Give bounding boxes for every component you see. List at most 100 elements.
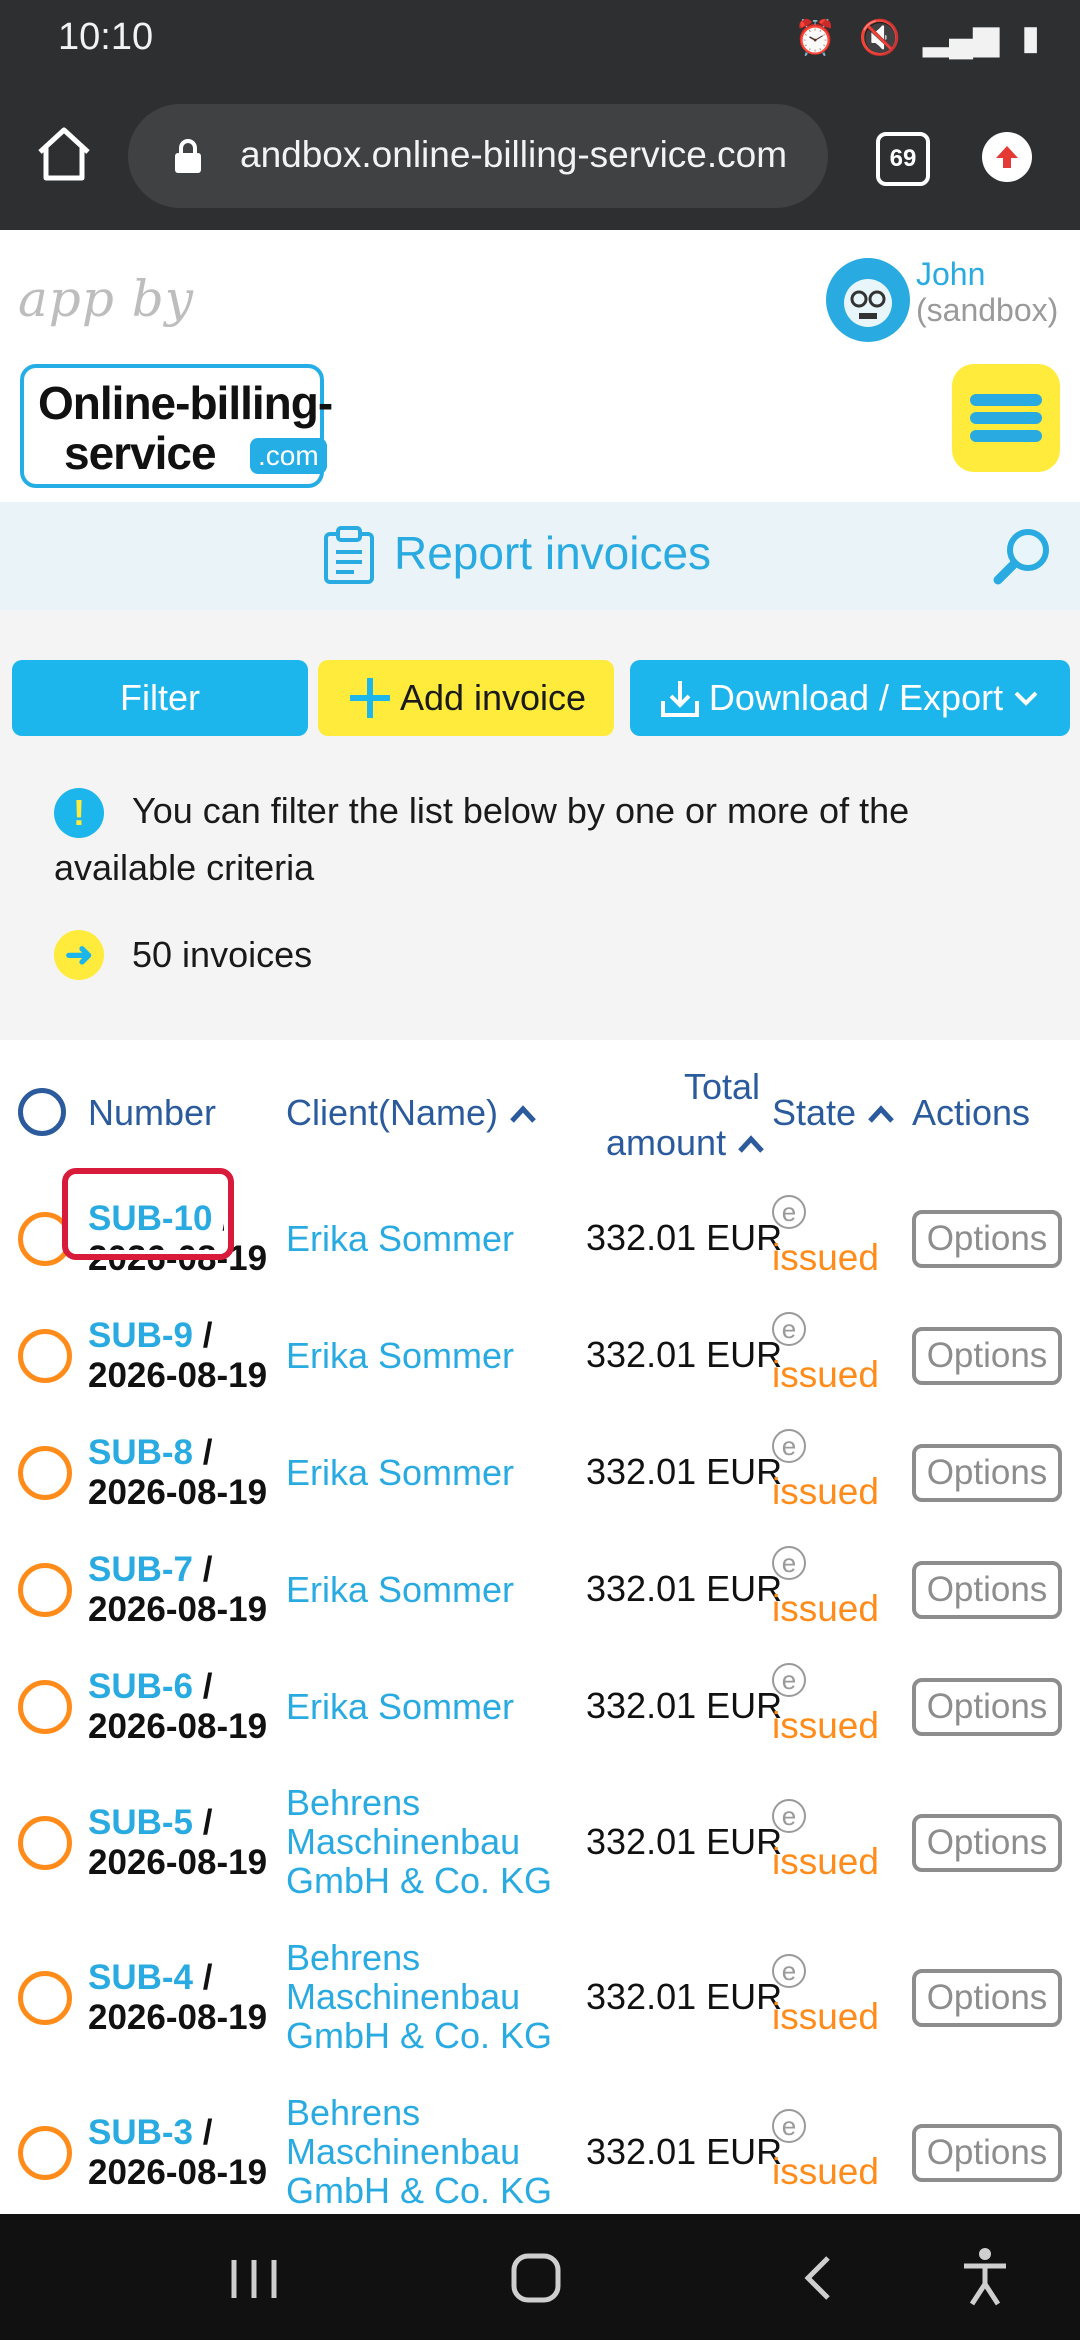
row-checkbox[interactable] (18, 1562, 72, 1617)
invoice-number[interactable]: SUB-6 / 2026-08-19 (88, 1667, 267, 1747)
invoice-number[interactable]: SUB-4 / 2026-08-19 (88, 1958, 267, 2038)
chevron-up-icon (868, 1105, 894, 1123)
invoice-date: 2026-08-19 (88, 1589, 268, 1629)
e-invoice-icon: e (772, 1953, 806, 1988)
invoice-state: issued (772, 1840, 879, 1882)
row-checkbox[interactable] (18, 1679, 72, 1734)
table-row[interactable]: SUB-8 / 2026-08-19 Erika Sommer 332.01 E… (0, 1414, 1080, 1535)
total-amount: 332.01 EUR (586, 1975, 783, 2017)
client-name[interactable]: Behrens Maschinenbau GmbH & Co. KG (286, 1783, 556, 1900)
user-environment: (sandbox) (916, 292, 1059, 328)
invoice-number[interactable]: SUB-7 / 2026-08-19 (88, 1550, 267, 1630)
download-export-button[interactable]: Download / Export (630, 660, 1070, 736)
invoice-id[interactable]: SUB-5 (88, 1803, 193, 1842)
table-row[interactable]: SUB-6 / 2026-08-19 Erika Sommer 332.01 E… (0, 1648, 1080, 1769)
e-invoice-icon: e (772, 1662, 806, 1697)
logo-line1: Online-billing- (38, 377, 333, 429)
total-amount: 332.01 EUR (586, 1450, 783, 1492)
invoice-state: issued (772, 1995, 879, 2037)
logo[interactable]: Online-billing- service .com (20, 364, 333, 488)
accessibility-icon[interactable] (960, 2246, 1010, 2308)
browser-bar: andbox.online-billing-service.com 69 (0, 82, 1080, 230)
tabs-button[interactable]: 69 (876, 132, 930, 186)
status-icons: ⏰ 🔇 ▂▄▆ ▮ (794, 18, 1040, 58)
options-button[interactable]: Options (912, 1209, 1062, 1268)
client-name[interactable]: Erika Sommer (286, 1687, 556, 1726)
invoice-separator: / (193, 1802, 213, 1842)
select-all-checkbox[interactable] (18, 1088, 66, 1136)
invoice-number[interactable]: SUB-8 / 2026-08-19 (88, 1433, 267, 1513)
options-button[interactable]: Options (912, 1968, 1062, 2027)
e-invoice-icon: e (772, 1545, 806, 1580)
status-bar: 10:10 ⏰ 🔇 ▂▄▆ ▮ (0, 0, 1080, 82)
e-invoice-icon: e (772, 1194, 806, 1229)
options-button[interactable]: Options (912, 1813, 1062, 1872)
column-total-line2: amount (606, 1122, 727, 1163)
invoice-id[interactable]: SUB-9 (88, 1316, 193, 1355)
invoice-separator: / (193, 1315, 213, 1355)
signal-icon: ▂▄▆ (922, 19, 1000, 57)
invoice-separator: / (193, 1549, 213, 1589)
update-icon[interactable] (982, 132, 1032, 182)
table-row[interactable]: SUB-9 / 2026-08-19 Erika Sommer 332.01 E… (0, 1297, 1080, 1418)
invoice-number[interactable]: SUB-3 / 2026-08-19 (88, 2113, 267, 2193)
invoice-id[interactable]: SUB-6 (88, 1667, 193, 1706)
client-name[interactable]: Behrens Maschinenbau GmbH & Co. KG (286, 1938, 556, 2055)
options-button[interactable]: Options (912, 2123, 1062, 2182)
options-button[interactable]: Options (912, 1326, 1062, 1385)
search-icon[interactable] (990, 524, 1054, 588)
column-number[interactable]: Number (88, 1092, 216, 1134)
invoice-id[interactable]: SUB-3 (88, 2113, 193, 2152)
invoice-id[interactable]: SUB-7 (88, 1550, 193, 1589)
url-bar[interactable]: andbox.online-billing-service.com (128, 104, 828, 208)
table-row[interactable]: SUB-4 / 2026-08-19 Behrens Maschinenbau … (0, 1920, 1080, 2079)
chevron-up-icon (510, 1105, 536, 1123)
arrow-right-icon: ➜ (54, 930, 104, 980)
client-name[interactable]: Erika Sommer (286, 1453, 556, 1492)
status-time: 10:10 (58, 16, 154, 58)
total-amount: 332.01 EUR (586, 1820, 783, 1862)
invoice-number[interactable]: SUB-9 / 2026-08-19 (88, 1316, 267, 1396)
invoice-number[interactable]: SUB-5 / 2026-08-19 (88, 1803, 267, 1883)
column-state[interactable]: State (772, 1092, 896, 1134)
menu-button[interactable] (952, 364, 1060, 472)
invoice-date: 2026-08-19 (88, 1706, 268, 1746)
home-icon[interactable] (32, 122, 96, 186)
avatar[interactable] (826, 258, 910, 342)
home-nav-icon[interactable] (508, 2250, 564, 2306)
back-icon[interactable] (798, 2252, 838, 2304)
download-export-label: Download / Export (708, 677, 1004, 718)
download-icon (660, 681, 699, 717)
android-nav-bar (0, 2214, 1080, 2340)
row-checkbox[interactable] (18, 1970, 72, 2025)
client-name[interactable]: Erika Sommer (286, 1219, 556, 1258)
invoice-separator: / (193, 1432, 213, 1472)
mute-icon: 🔇 (858, 19, 901, 57)
recents-icon[interactable] (226, 2254, 282, 2304)
options-button[interactable]: Options (912, 1443, 1062, 1502)
invoice-id[interactable]: SUB-4 (88, 1958, 193, 1997)
options-button[interactable]: Options (912, 1677, 1062, 1736)
page-title: Report invoices (394, 527, 712, 579)
column-client[interactable]: Client(Name) (286, 1092, 538, 1134)
user-name[interactable]: John (916, 256, 985, 292)
logo-line2: service (64, 427, 217, 479)
row-checkbox[interactable] (18, 1328, 72, 1383)
app-header: app by Online-billing- service .com John… (0, 230, 1080, 502)
options-button[interactable]: Options (912, 1560, 1062, 1619)
column-total[interactable]: amount (606, 1122, 766, 1164)
column-total-line1[interactable]: Total (684, 1066, 760, 1108)
row-checkbox[interactable] (18, 2125, 72, 2180)
client-name[interactable]: Erika Sommer (286, 1570, 556, 1609)
invoice-state: issued (772, 1470, 879, 1512)
filter-button[interactable]: Filter (12, 660, 308, 736)
client-name[interactable]: Behrens Maschinenbau GmbH & Co. KG (286, 2093, 556, 2210)
table-row[interactable]: SUB-5 / 2026-08-19 Behrens Maschinenbau … (0, 1765, 1080, 1924)
row-checkbox[interactable] (18, 1445, 72, 1500)
table-row[interactable]: SUB-7 / 2026-08-19 Erika Sommer 332.01 E… (0, 1531, 1080, 1652)
add-invoice-button[interactable]: Add invoice (318, 660, 614, 736)
invoice-id[interactable]: SUB-8 (88, 1433, 193, 1472)
client-name[interactable]: Erika Sommer (286, 1336, 556, 1375)
row-checkbox[interactable] (18, 1815, 72, 1870)
table-row[interactable]: SUB-3 / 2026-08-19 Behrens Maschinenbau … (0, 2075, 1080, 2234)
